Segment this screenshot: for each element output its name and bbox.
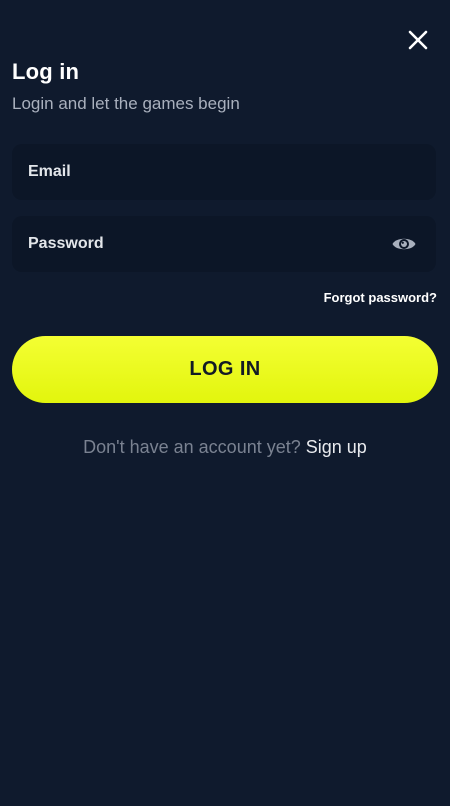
- signup-prompt: Don't have an account yet?: [83, 437, 301, 457]
- email-field[interactable]: Email: [12, 144, 436, 200]
- email-field-label: Email: [28, 163, 71, 180]
- password-field-label: Password: [28, 235, 104, 252]
- signup-row: Don't have an account yet? Sign up: [0, 437, 450, 458]
- close-button[interactable]: [404, 26, 432, 54]
- login-button-label: LOG IN: [189, 358, 261, 380]
- page-subtitle: Login and let the games begin: [12, 94, 240, 113]
- login-modal: Log in Login and let the games begin Ema…: [0, 0, 450, 806]
- page-title: Log in: [12, 59, 80, 84]
- eye-icon: [392, 238, 416, 250]
- close-icon: [408, 30, 428, 50]
- password-field[interactable]: Password: [12, 216, 436, 272]
- login-button[interactable]: LOG IN: [12, 336, 438, 403]
- forgot-password-link[interactable]: Forgot password?: [324, 290, 437, 305]
- signup-link[interactable]: Sign up: [306, 437, 367, 457]
- password-visibility-toggle[interactable]: [390, 230, 418, 258]
